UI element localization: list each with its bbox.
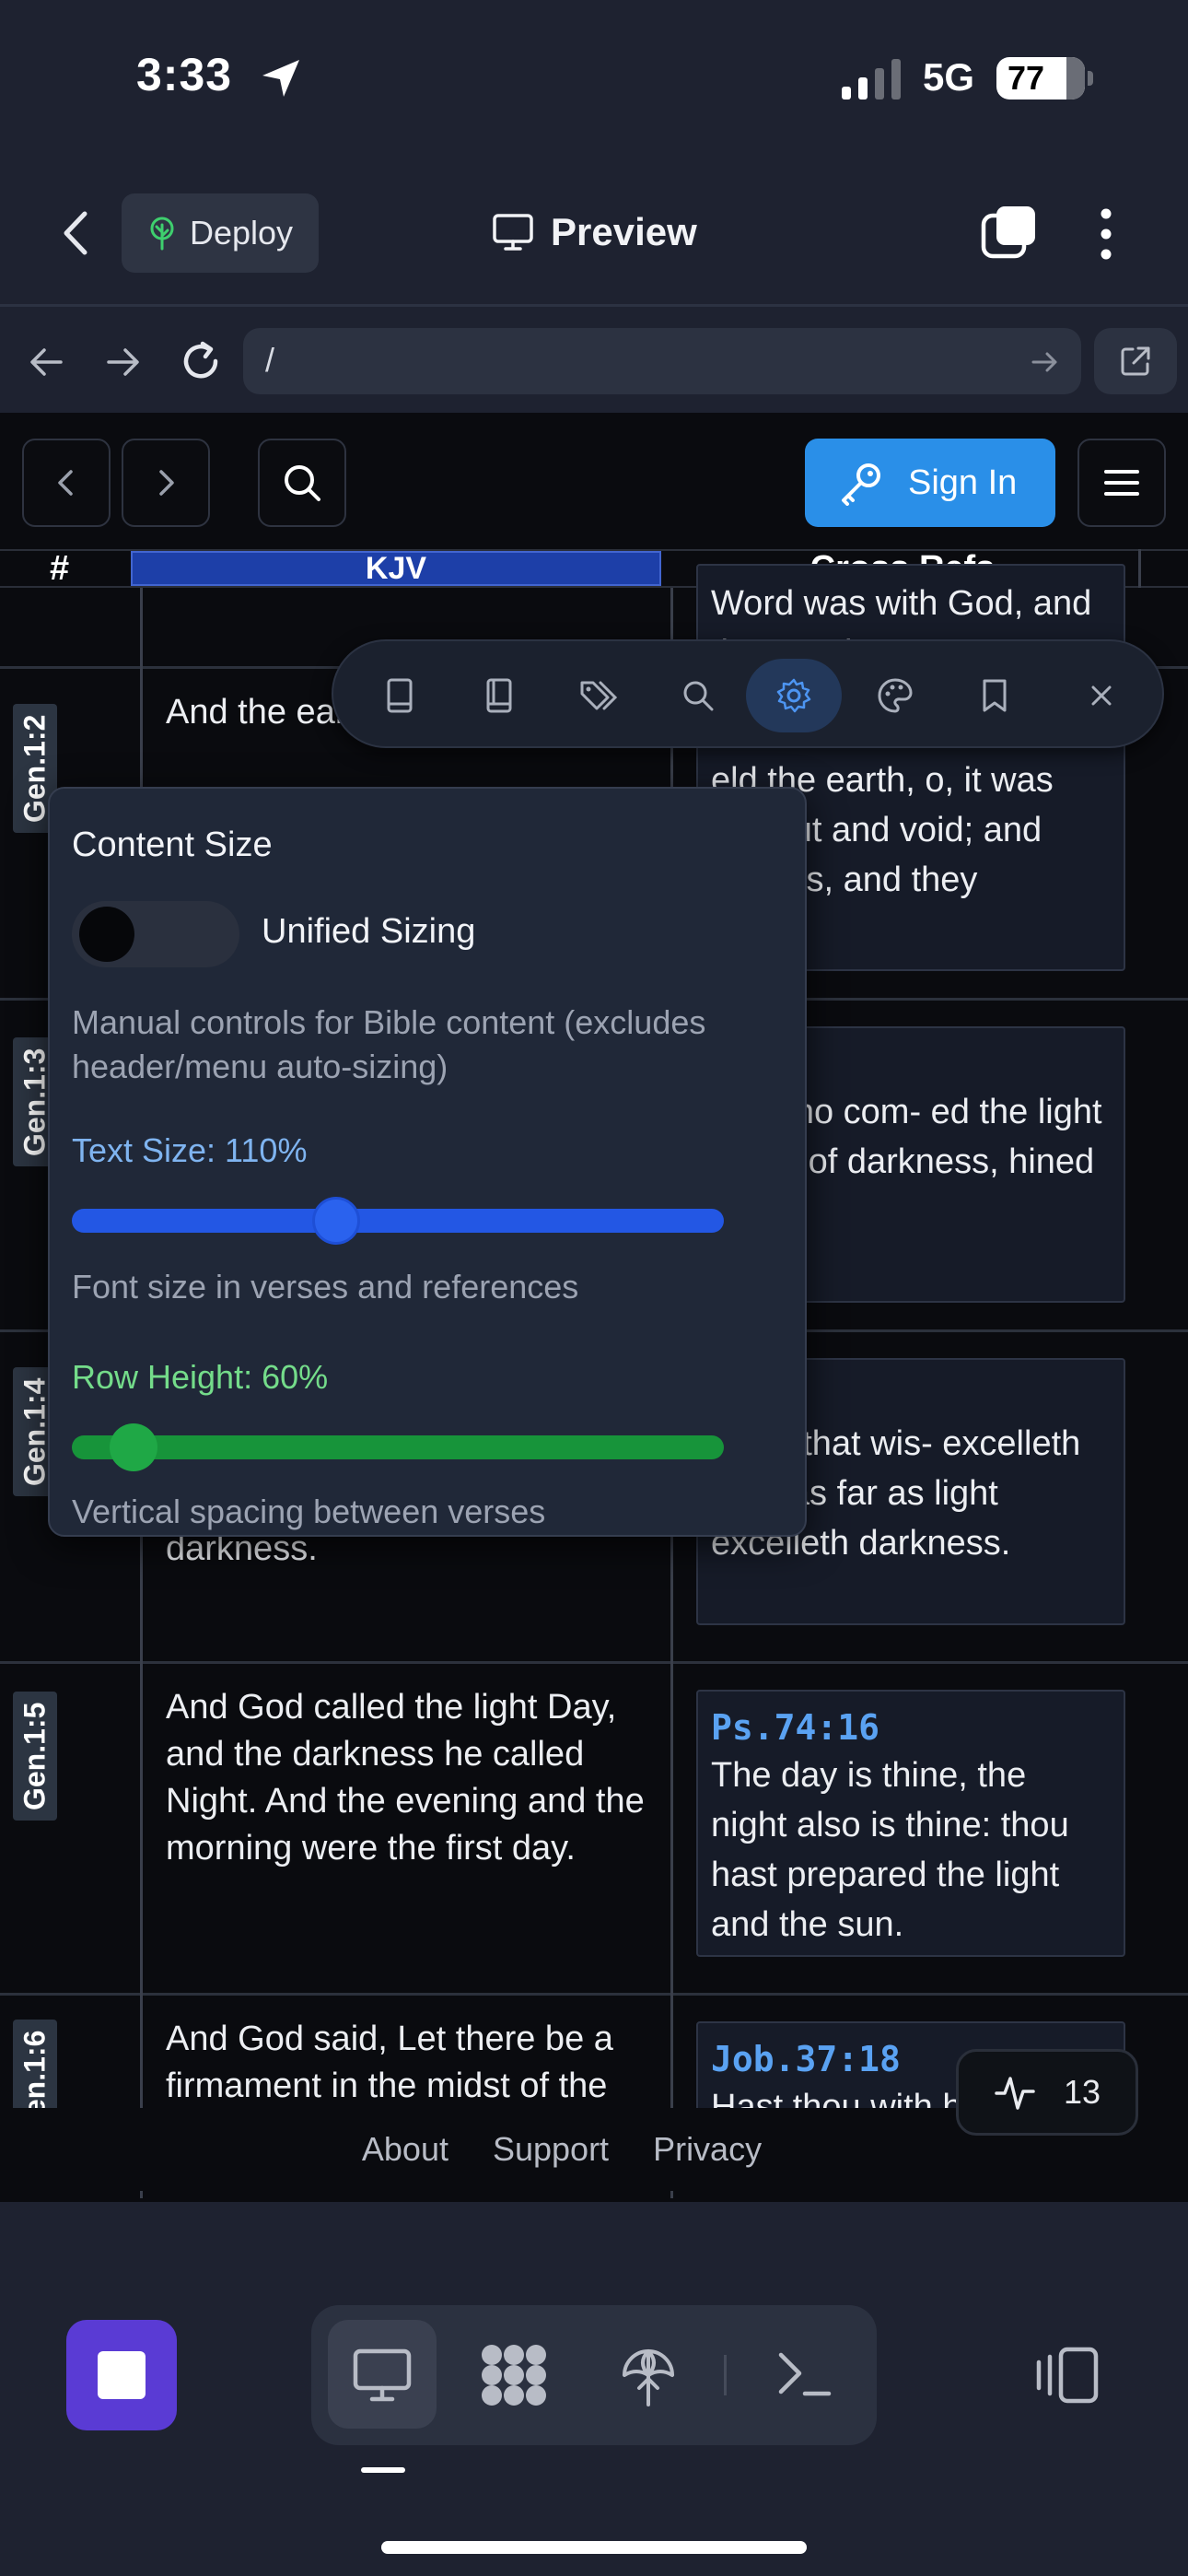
row-height-slider[interactable] bbox=[72, 1423, 724, 1471]
chevron-right-icon bbox=[152, 466, 180, 499]
status-time: 3:33 bbox=[136, 49, 233, 100]
chevron-left-icon bbox=[52, 466, 80, 499]
key-icon bbox=[838, 460, 884, 506]
activity-indicator[interactable]: 13 bbox=[956, 2049, 1138, 2136]
verse-label[interactable]: Gen.1:5 bbox=[13, 1692, 57, 1821]
unified-sizing-toggle[interactable] bbox=[72, 901, 239, 967]
text-size-slider[interactable] bbox=[72, 1197, 724, 1245]
row-height-label: Row Height: 60% bbox=[72, 1358, 329, 1396]
header-divider bbox=[1138, 549, 1141, 588]
activity-pulse-icon bbox=[994, 2071, 1036, 2113]
activity-count: 13 bbox=[1064, 2073, 1101, 2111]
book-open-icon[interactable] bbox=[462, 659, 536, 732]
text-size-help: Font size in verses and references bbox=[72, 1268, 579, 1306]
stop-square-icon bbox=[98, 2351, 146, 2399]
desktop-monitor-icon bbox=[352, 2348, 413, 2403]
stop-button[interactable] bbox=[66, 2320, 177, 2430]
close-icon[interactable] bbox=[1065, 659, 1138, 732]
back-chevron-icon[interactable] bbox=[57, 208, 94, 258]
next-chapter-button[interactable] bbox=[122, 439, 210, 527]
prev-chapter-button[interactable] bbox=[22, 439, 111, 527]
footer-link-privacy[interactable]: Privacy bbox=[653, 2130, 762, 2191]
toggle-knob bbox=[79, 907, 134, 962]
text-size-label: Text Size: 110% bbox=[72, 1131, 308, 1169]
cross-ref-heading[interactable]: Ps.74:16 bbox=[711, 1704, 1111, 1751]
footer-link-about[interactable]: About bbox=[362, 2130, 448, 2191]
bookmark-icon[interactable] bbox=[958, 659, 1031, 732]
home-indicator[interactable] bbox=[381, 2541, 807, 2554]
cross-ref-text: The day is thine, the night also is thin… bbox=[711, 1756, 1069, 1944]
network-type: 5G bbox=[923, 55, 975, 99]
gear-icon[interactable] bbox=[746, 659, 842, 732]
sign-in-label: Sign In bbox=[908, 463, 1018, 502]
reader-toolbar bbox=[332, 639, 1164, 748]
footer-link-support[interactable]: Support bbox=[493, 2130, 609, 2191]
browser-back-icon[interactable] bbox=[28, 343, 66, 381]
palette-icon[interactable] bbox=[858, 659, 932, 732]
toolbar-search-icon[interactable] bbox=[661, 659, 735, 732]
deploy-button[interactable]: Deploy bbox=[122, 193, 319, 273]
url-text: / bbox=[265, 341, 275, 379]
site-search-button[interactable] bbox=[258, 439, 346, 527]
preview-title: Preview bbox=[492, 210, 697, 254]
panel-title: Content Size bbox=[72, 825, 273, 864]
split-view-icon[interactable] bbox=[1033, 2346, 1100, 2405]
deploy-label: Deploy bbox=[190, 214, 294, 252]
dock-divider bbox=[724, 2355, 727, 2395]
sign-in-button[interactable]: Sign In bbox=[805, 439, 1055, 527]
text-size-slider-thumb[interactable] bbox=[312, 1197, 360, 1245]
book-icon[interactable] bbox=[363, 659, 437, 732]
site-menu-button[interactable] bbox=[1077, 439, 1166, 527]
battery-nub bbox=[1088, 71, 1093, 86]
terminal-icon[interactable] bbox=[775, 2349, 833, 2399]
signal-bars-icon bbox=[840, 59, 904, 100]
more-options-icon[interactable] bbox=[1092, 206, 1120, 262]
url-go-icon[interactable] bbox=[1030, 346, 1061, 378]
browser-forward-icon[interactable] bbox=[103, 343, 142, 381]
verse-text: And God called the light Day, and the da… bbox=[166, 1688, 645, 1868]
row-height-slider-thumb[interactable] bbox=[110, 1423, 157, 1471]
header-number: # bbox=[50, 549, 70, 588]
search-icon bbox=[281, 462, 323, 504]
apps-icon[interactable] bbox=[479, 2342, 549, 2408]
open-external-button[interactable] bbox=[1094, 328, 1177, 394]
tabs-icon[interactable] bbox=[980, 205, 1037, 262]
cross-ref-card[interactable]: Ps.74:16 The day is thine, the night als… bbox=[696, 1690, 1125, 1957]
url-field[interactable]: / bbox=[243, 328, 1081, 394]
battery-indicator: 77 bbox=[996, 57, 1085, 100]
table-row: Gen.1:5 And God called the light Day, an… bbox=[0, 1664, 1188, 1996]
location-arrow-icon bbox=[258, 55, 304, 101]
battery-level: 77 bbox=[1007, 59, 1045, 97]
header-kjv-column[interactable]: KJV bbox=[131, 551, 661, 586]
monitor-icon bbox=[492, 213, 534, 252]
deploy-globe-icon[interactable] bbox=[619, 2344, 678, 2408]
deploy-tree-icon bbox=[147, 216, 177, 251]
tags-icon[interactable] bbox=[562, 659, 635, 732]
row-height-help: Vertical spacing between verses bbox=[72, 1493, 546, 1530]
active-tab-indicator bbox=[361, 2467, 405, 2473]
reload-icon[interactable] bbox=[179, 339, 223, 383]
preview-label: Preview bbox=[551, 210, 697, 253]
web-viewport: Sign In # KJV Cross Refs Word was with G… bbox=[0, 413, 1188, 2202]
external-link-icon bbox=[1118, 344, 1153, 379]
hamburger-icon bbox=[1103, 468, 1140, 498]
unified-sizing-label: Unified Sizing bbox=[262, 912, 476, 951]
panel-description: Manual controls for Bible content (exclu… bbox=[72, 1003, 706, 1085]
